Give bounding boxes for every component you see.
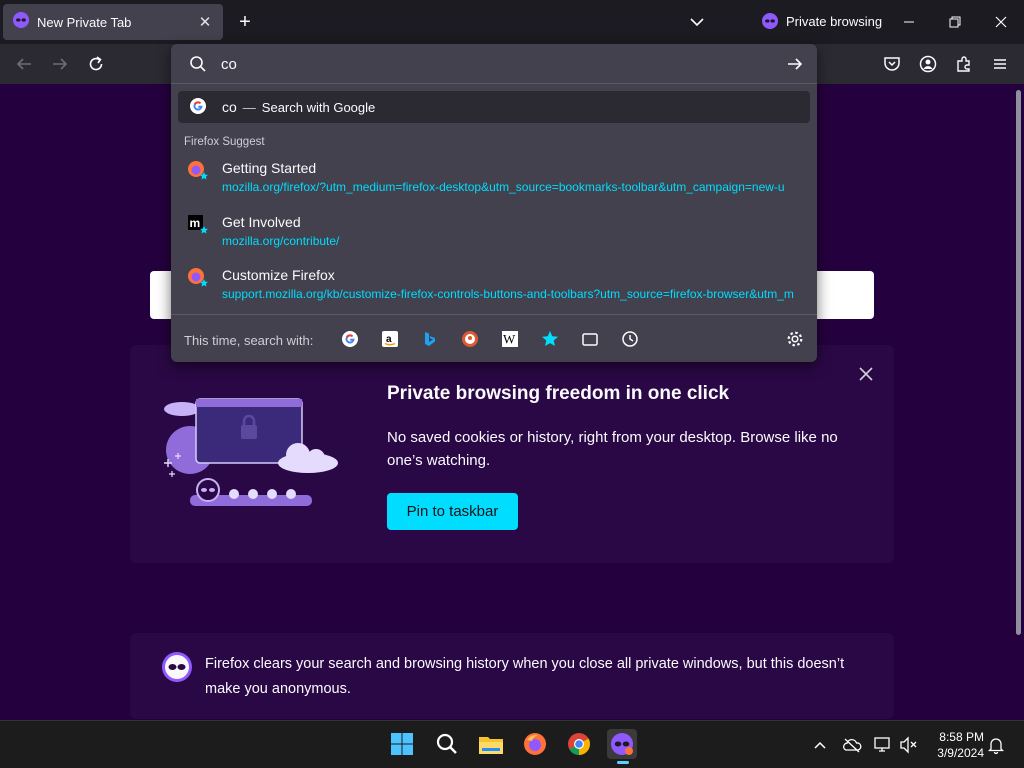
tabs-icon[interactable]: [581, 330, 599, 348]
private-browsing-label: Private browsing: [786, 13, 883, 29]
reload-icon: [89, 56, 103, 71]
chevron-down-icon: [690, 18, 704, 27]
suggestion-getting-started[interactable]: Getting Started mozilla.org/firefox/?utm…: [187, 160, 803, 200]
volume-muted-icon[interactable]: [899, 735, 919, 755]
google-icon[interactable]: [341, 330, 359, 348]
account-icon: [919, 55, 937, 73]
chrome-icon[interactable]: [564, 729, 594, 759]
close-window-button[interactable]: [987, 8, 1015, 36]
svg-text:W: W: [503, 332, 516, 347]
one-off-label: This time, search with:: [184, 333, 314, 348]
firefox-bookmark-icon: [188, 268, 208, 287]
tab-new-private[interactable]: New Private Tab ✕: [3, 4, 223, 40]
app-menu-button[interactable]: [988, 52, 1012, 76]
private-info-text: Firefox clears your search and browsing …: [205, 656, 845, 697]
wikipedia-icon[interactable]: W: [501, 330, 519, 348]
page-scrollbar[interactable]: [1016, 90, 1021, 635]
suggestion-title: Customize Firefox: [222, 267, 335, 283]
hamburger-icon: [994, 59, 1006, 69]
search-with-google-row[interactable]: co — Search with Google: [178, 91, 810, 123]
firefox-suggest-label: Firefox Suggest: [184, 136, 265, 148]
amazon-icon[interactable]: a: [381, 330, 399, 348]
private-mask-icon: [13, 11, 29, 33]
urlbar-input[interactable]: [221, 54, 761, 74]
suggestion-customize-firefox[interactable]: Customize Firefox support.mozilla.org/kb…: [187, 267, 803, 307]
urlbar-dropdown: co — Search with Google Firefox Suggest …: [171, 44, 817, 362]
close-icon: [995, 16, 1007, 28]
onedrive-offline-icon[interactable]: [842, 735, 862, 755]
suggestion-url: support.mozilla.org/kb/customize-firefox…: [222, 287, 794, 301]
svg-text:a: a: [386, 334, 392, 345]
duckduckgo-icon[interactable]: [461, 330, 479, 348]
restore-icon: [949, 16, 961, 28]
private-mask-icon: [762, 13, 778, 29]
suggestion-title: Get Involved: [222, 214, 301, 230]
back-button[interactable]: [12, 52, 36, 76]
tab-strip: New Private Tab ✕ + Private browsing: [0, 0, 1024, 44]
suggestion-get-involved[interactable]: m Get Involved mozilla.org/contribute/: [187, 214, 803, 254]
firefox-icon[interactable]: [520, 729, 550, 759]
close-icon: [859, 367, 873, 381]
history-icon[interactable]: [621, 330, 639, 348]
firefox-private-icon[interactable]: [607, 729, 637, 759]
svg-text:m: m: [190, 216, 201, 230]
promo-dismiss-button[interactable]: [856, 364, 876, 384]
suggestion-url: mozilla.org/contribute/: [222, 234, 340, 248]
urlbar-input-row: [171, 44, 817, 84]
suggestion-url: mozilla.org/firefox/?utm_medium=firefox-…: [222, 180, 785, 194]
bing-icon[interactable]: [421, 330, 439, 348]
clock-time: 8:58 PM: [939, 730, 984, 744]
active-app-indicator: [617, 761, 629, 764]
go-arrow-icon[interactable]: [786, 55, 804, 73]
promo-text: No saved cookies or history, right from …: [387, 429, 838, 469]
account-button[interactable]: [916, 52, 940, 76]
list-all-tabs-button[interactable]: [688, 12, 706, 32]
separator: —: [242, 99, 256, 115]
search-action-label: Search with Google: [261, 99, 376, 115]
network-icon[interactable]: [873, 735, 893, 755]
minimize-button[interactable]: [895, 8, 923, 36]
search-query: co: [222, 99, 237, 115]
private-mask-icon: [162, 652, 192, 682]
promo-title: Private browsing freedom in one click: [387, 383, 730, 404]
suggestion-title: Getting Started: [222, 160, 317, 176]
gear-icon[interactable]: [786, 330, 804, 348]
minimize-icon: [904, 21, 914, 23]
arrow-right-icon: [53, 58, 68, 70]
notification-bell-icon[interactable]: [986, 735, 1006, 755]
search-icon[interactable]: [432, 729, 462, 759]
arrow-left-icon: [16, 58, 31, 70]
extensions-button[interactable]: [952, 52, 976, 76]
file-explorer-icon[interactable]: [476, 729, 506, 759]
one-off-search-row: This time, search with: a W: [171, 314, 817, 362]
tab-title: New Private Tab: [37, 14, 132, 30]
google-icon: [190, 97, 206, 117]
mozilla-bookmark-icon: m: [188, 215, 208, 234]
firefox-bookmark-icon: [188, 161, 208, 180]
new-tab-button[interactable]: +: [234, 11, 256, 33]
windows-taskbar: 8:58 PM 3/9/2024: [0, 720, 1024, 768]
pin-to-taskbar-button[interactable]: Pin to taskbar: [387, 493, 518, 530]
clock-date: 3/9/2024: [937, 746, 984, 760]
system-clock[interactable]: 8:58 PM 3/9/2024: [928, 729, 984, 761]
chevron-up-icon[interactable]: [810, 735, 830, 755]
promo-illustration: [160, 395, 340, 510]
tab-close-icon[interactable]: ✕: [197, 13, 213, 31]
puzzle-icon: [957, 56, 970, 72]
restore-button[interactable]: [941, 8, 969, 36]
pocket-button[interactable]: [880, 52, 904, 76]
windows-start-icon[interactable]: [387, 729, 417, 759]
forward-button[interactable]: [48, 52, 72, 76]
bookmarks-icon[interactable]: [541, 330, 559, 348]
reload-button[interactable]: [84, 52, 108, 76]
private-browsing-indicator: Private browsing: [762, 13, 882, 29]
pocket-icon: [884, 57, 900, 71]
search-icon: [190, 56, 206, 72]
